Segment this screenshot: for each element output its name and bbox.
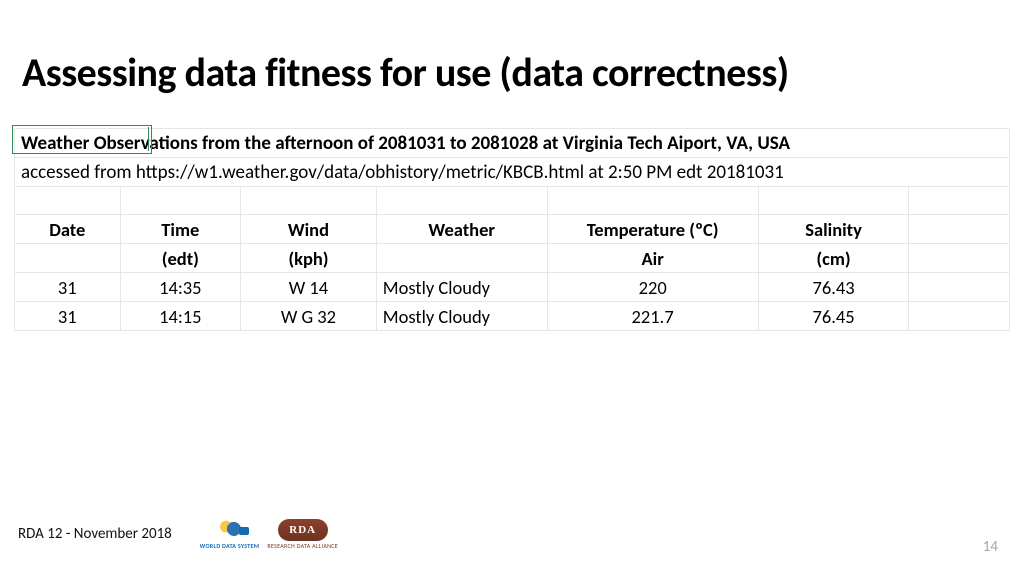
rda-logo-mark: RDA <box>289 525 316 536</box>
headline-row: Weather Observations from the afternoon … <box>15 129 1010 158</box>
sub-salinity: (cm) <box>758 244 909 273</box>
footer: RDA 12 - November 2018 WORLD DATA SYSTEM… <box>18 512 1006 556</box>
col-salinity: Salinity <box>758 215 909 244</box>
cell-weather: Mostly Cloudy <box>376 302 547 331</box>
sub-time: (edt) <box>120 244 241 273</box>
subline-cell: accessed from https://w1.weather.gov/dat… <box>15 158 1010 187</box>
cell-time: 14:15 <box>120 302 241 331</box>
subline-row: accessed from https://w1.weather.gov/dat… <box>15 158 1010 187</box>
cell-temp: 221.7 <box>547 302 758 331</box>
data-table: Weather Observations from the afternoon … <box>14 128 1010 331</box>
page-number: 14 <box>983 538 998 556</box>
cell-temp: 220 <box>547 273 758 302</box>
col-weather: Weather <box>376 215 547 244</box>
wds-logo-label: WORLD DATA SYSTEM <box>200 543 260 549</box>
col-empty <box>909 215 1010 244</box>
col-wind: Wind <box>241 215 377 244</box>
blank-row-1 <box>15 187 1010 215</box>
sub-wind: (kph) <box>241 244 377 273</box>
col-time: Time <box>120 215 241 244</box>
rda-logo-icon: RDA RESEARCH DATA ALLIANCE <box>267 519 338 549</box>
col-temperature: Temperature (ºC) <box>547 215 758 244</box>
cell-time: 14:35 <box>120 273 241 302</box>
cell-date: 31 <box>15 273 121 302</box>
table-row: 31 14:35 W 14 Mostly Cloudy 220 76.43 <box>15 273 1010 302</box>
rda-logo-label: RESEARCH DATA ALLIANCE <box>267 543 338 549</box>
cell-sal: 76.43 <box>758 273 909 302</box>
spreadsheet-area: Weather Observations from the afternoon … <box>14 128 1010 331</box>
table-row: 31 14:15 W G 32 Mostly Cloudy 221.7 76.4… <box>15 302 1010 331</box>
cell-wind: W G 32 <box>241 302 377 331</box>
sub-temperature: Air <box>547 244 758 273</box>
slide: Assessing data fitness for use (data cor… <box>0 0 1024 576</box>
subheader-row: (edt) (kph) Air (cm) <box>15 244 1010 273</box>
cell-date: 31 <box>15 302 121 331</box>
wds-logo-icon: WORLD DATA SYSTEM <box>200 519 260 549</box>
cell-wind: W 14 <box>241 273 377 302</box>
footer-logos: WORLD DATA SYSTEM RDA RESEARCH DATA ALLI… <box>200 519 338 549</box>
cell-sal: 76.45 <box>758 302 909 331</box>
header-row: Date Time Wind Weather Temperature (ºC) … <box>15 215 1010 244</box>
footer-text: RDA 12 - November 2018 <box>18 525 172 543</box>
slide-title: Assessing data fitness for use (data cor… <box>22 48 789 97</box>
col-date: Date <box>15 215 121 244</box>
headline-cell: Weather Observations from the afternoon … <box>15 129 1010 158</box>
cell-weather: Mostly Cloudy <box>376 273 547 302</box>
